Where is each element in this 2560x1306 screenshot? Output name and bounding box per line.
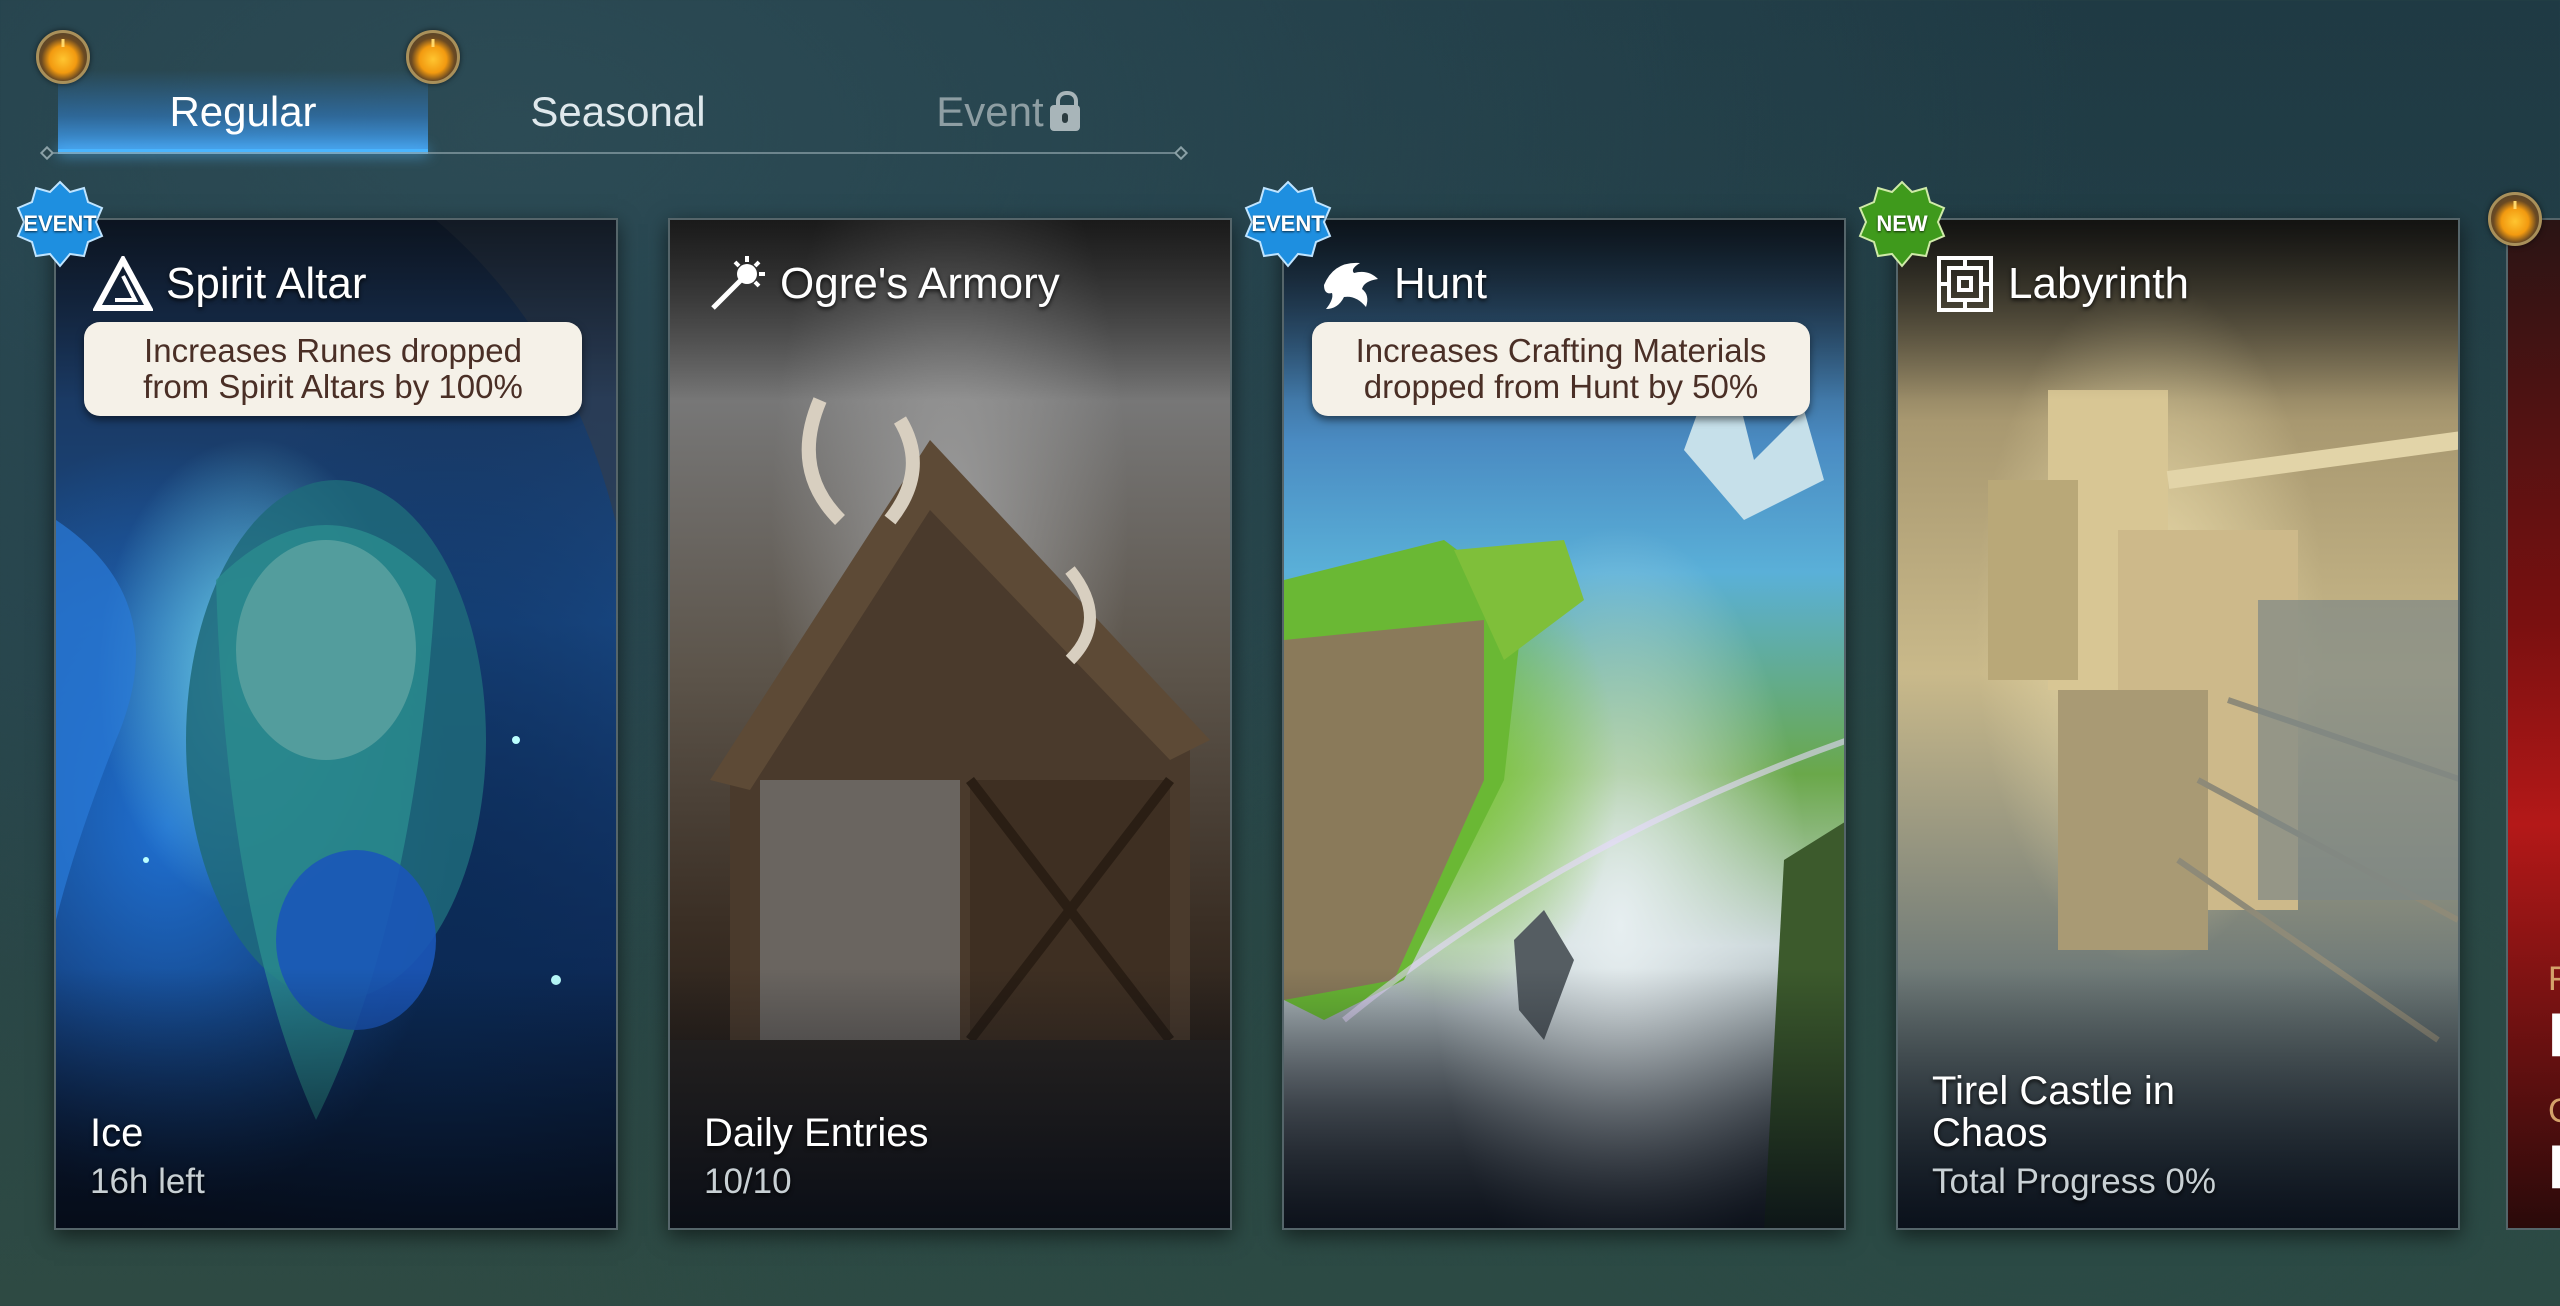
new-badge: NEW bbox=[1858, 180, 1946, 268]
bonus-banner: Increases Crafting Materials dropped fro… bbox=[1312, 322, 1810, 416]
notification-orb-icon bbox=[36, 30, 90, 84]
tab-event-label: Event bbox=[936, 88, 1044, 135]
stage-name-line: Tirel Castle in bbox=[1932, 1069, 2176, 1113]
card-title: Labyrinth bbox=[2008, 259, 2190, 308]
card-header: Spirit Altar bbox=[92, 238, 367, 330]
card-title: Hunt bbox=[1394, 259, 1487, 308]
tab-seasonal[interactable]: Seasonal bbox=[428, 70, 808, 154]
lock-icon bbox=[1049, 91, 1080, 131]
bonus-banner: Increases Runes dropped from Spirit Alta… bbox=[84, 322, 582, 416]
daily-entries-count: 10/10 bbox=[704, 1162, 792, 1201]
card-header: Hunt bbox=[1320, 238, 1487, 330]
notification-orb-icon bbox=[406, 30, 460, 84]
tab-event[interactable]: Event bbox=[808, 70, 1208, 154]
daily-entries-label: Daily Entries bbox=[704, 1111, 929, 1155]
card-spirit-altar[interactable]: Spirit Altar Increases Runes dropped fro… bbox=[54, 218, 618, 1230]
tab-seasonal-label: Seasonal bbox=[530, 88, 706, 135]
stage-name: Tirel Castle in Chaos bbox=[1932, 1070, 2216, 1154]
tab-regular-label: Regular bbox=[169, 88, 317, 135]
card-shade bbox=[1284, 968, 1844, 1228]
card-ogres-armory[interactable]: Ogre's Armory Daily Entries 10/10 bbox=[668, 218, 1232, 1230]
card-hunt[interactable]: Hunt Increases Crafting Materials droppe… bbox=[1282, 218, 1846, 1230]
card-header: Labyrinth bbox=[1934, 238, 2189, 330]
stage-name-line: Chaos bbox=[1932, 1111, 2048, 1155]
tab-regular[interactable]: Regular bbox=[58, 70, 428, 154]
time-left: 16h left bbox=[90, 1162, 205, 1201]
partial-small-text: C bbox=[2548, 1092, 2560, 1131]
divider-cap-left bbox=[39, 145, 55, 161]
card-header: Ogre's Armory bbox=[706, 238, 1060, 330]
card-footer: Ice 16h left bbox=[90, 1112, 205, 1202]
partial-large-text: F bbox=[2548, 1132, 2560, 1203]
card-title: Ogre's Armory bbox=[780, 259, 1060, 308]
bonus-line: dropped from Hunt by 50% bbox=[1363, 368, 1759, 405]
card-footer: Tirel Castle in Chaos Total Progress 0% bbox=[1932, 1070, 2216, 1202]
event-badge-label: EVENT bbox=[1251, 211, 1325, 236]
notification-orb-icon bbox=[2488, 192, 2542, 246]
partial-small-text: F bbox=[2548, 960, 2560, 999]
event-badge-label: EVENT bbox=[23, 211, 97, 236]
bonus-line: from Spirit Altars by 100% bbox=[143, 368, 523, 405]
bonus-line: Increases Runes dropped bbox=[144, 332, 522, 369]
card-footer: Daily Entries 10/10 bbox=[704, 1112, 929, 1202]
total-progress: Total Progress 0% bbox=[1932, 1162, 2217, 1201]
bonus-line: Increases Crafting Materials bbox=[1355, 332, 1767, 369]
tab-divider bbox=[48, 152, 1178, 154]
new-badge-label: NEW bbox=[1876, 211, 1928, 236]
event-badge: EVENT bbox=[16, 180, 104, 268]
card-labyrinth[interactable]: Labyrinth Tirel Castle in Chaos Total Pr… bbox=[1896, 218, 2460, 1230]
card-partial-next[interactable]: F F C F bbox=[2506, 218, 2560, 1230]
partial-large-text: F bbox=[2548, 1000, 2560, 1071]
mace-icon bbox=[706, 253, 768, 315]
event-badge: EVENT bbox=[1244, 180, 1332, 268]
dungeon-element: Ice bbox=[90, 1111, 144, 1155]
card-title: Spirit Altar bbox=[166, 259, 367, 308]
